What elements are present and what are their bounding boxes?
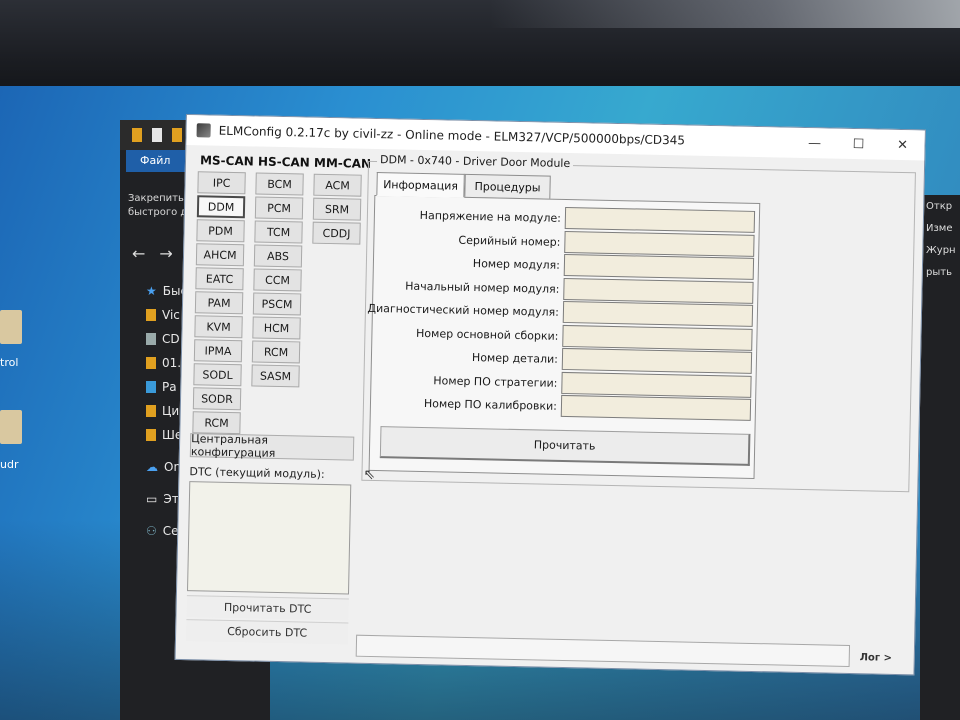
info-field-label: Начальный номер модуля:	[405, 279, 560, 296]
module-button-sodr[interactable]: SODR	[192, 387, 242, 411]
info-field-label: Номер детали:	[471, 351, 559, 366]
screen-glare	[490, 0, 960, 28]
module-groupbox: DDM - 0x740 - Driver Door Module Информа…	[361, 153, 916, 493]
log-toggle-button[interactable]: Лог >	[856, 647, 896, 668]
module-button-rcm[interactable]: RCM	[192, 411, 241, 435]
desktop-icon	[146, 381, 156, 393]
info-field-label: Номер ПО калибровки:	[423, 397, 558, 413]
folder-icon[interactable]	[132, 128, 142, 142]
mm-can-header: MM-CAN	[313, 155, 372, 171]
info-field-value[interactable]	[561, 347, 753, 374]
nav-label: 01.	[162, 356, 182, 370]
info-field-value[interactable]	[560, 394, 752, 421]
tab-information[interactable]: Информация	[376, 172, 465, 198]
elmconfig-window: ELMConfig 0.2.17c by civil-zz - Online m…	[174, 114, 926, 676]
dtc-list[interactable]	[187, 481, 352, 595]
network-icon: ⚇	[146, 524, 157, 538]
info-field-value[interactable]	[564, 230, 755, 257]
folder-icon[interactable]	[172, 128, 182, 142]
info-field-label: Номер основной сборки:	[415, 326, 559, 343]
module-group-title: DDM - 0x740 - Driver Door Module	[376, 153, 574, 171]
minimize-button[interactable]: —	[792, 128, 837, 159]
info-field-value[interactable]	[563, 253, 755, 280]
nav-label: Ра	[162, 380, 177, 394]
module-button-kvm[interactable]: KVM	[194, 315, 243, 339]
module-button-srm[interactable]: SRM	[312, 197, 362, 221]
clear-dtc-button[interactable]: Сбросить DTC	[185, 619, 349, 645]
folder-icon	[146, 309, 156, 321]
checklist-icon[interactable]	[152, 128, 162, 142]
module-button-pcm[interactable]: PCM	[254, 196, 304, 220]
info-field-label: Диагностический номер модуля:	[367, 301, 560, 319]
module-button-pdm[interactable]: PDM	[196, 219, 245, 243]
close-button[interactable]: ✕	[880, 130, 925, 161]
module-button-sasm[interactable]: SASM	[251, 364, 300, 388]
central-config-button[interactable]: Центральная конфигурация	[189, 432, 355, 461]
desktop-file-icon[interactable]	[0, 310, 22, 344]
module-button-tcm[interactable]: TCM	[254, 220, 303, 244]
window-client-area: MS-CAN HS-CAN MM-CAN IPC DDM PDM AHCM EATC PA…	[176, 145, 925, 674]
ms-can-header: MS-CAN	[199, 153, 254, 169]
info-field-value[interactable]	[562, 300, 754, 327]
desktop-file-icon[interactable]	[0, 410, 22, 444]
ribbon-label[interactable]: рыть	[920, 261, 960, 283]
tab-procedures[interactable]: Процедуры	[464, 173, 551, 200]
desktop-icon-label: udr	[0, 458, 19, 471]
module-button-pam[interactable]: PAM	[194, 291, 244, 315]
module-button-rcm[interactable]: RCM	[251, 340, 301, 364]
read-dtc-button[interactable]: Прочитать DTC	[186, 595, 349, 621]
module-button-ddm[interactable]: DDM	[196, 195, 246, 219]
window-title: ELMConfig 0.2.17c by civil-zz - Online m…	[218, 123, 686, 148]
module-button-ccm[interactable]: CCM	[253, 268, 302, 292]
app-icon	[196, 123, 211, 138]
computer-icon: ▭	[146, 492, 158, 506]
ribbon-label[interactable]: Изме	[920, 217, 960, 239]
folder-icon	[146, 429, 156, 441]
module-button-bcm[interactable]: BCM	[255, 172, 304, 196]
log-status-bar	[355, 634, 851, 668]
ribbon-label[interactable]: Откр	[920, 195, 960, 217]
info-field-label: Напряжение на модуле:	[419, 208, 562, 225]
star-icon: ★	[146, 284, 157, 298]
module-button-ahcm[interactable]: AHCM	[195, 243, 245, 267]
info-field-value[interactable]	[562, 324, 753, 351]
maximize-button[interactable]: ☐	[836, 129, 881, 160]
nav-label: Ци	[162, 404, 180, 418]
folder-icon	[146, 357, 156, 369]
info-field-label: Номер модуля:	[472, 257, 561, 272]
nav-label: CD	[162, 332, 180, 346]
dtc-label: DTC (текущий модуль):	[189, 465, 325, 481]
ribbon-label[interactable]: Журн	[920, 239, 960, 261]
explorer-menu-file[interactable]: Файл	[126, 150, 186, 172]
info-field-value[interactable]	[561, 371, 752, 398]
folder-icon	[146, 405, 156, 417]
module-button-eatc[interactable]: EATC	[195, 267, 244, 291]
background-window-strip: Откр Изме Журн рыть	[920, 195, 960, 720]
module-button-cddj[interactable]: CDDJ	[312, 221, 361, 245]
module-button-ipc[interactable]: IPC	[197, 171, 246, 195]
nav-label: Vic	[162, 308, 180, 322]
module-button-hcm[interactable]: HCM	[252, 316, 301, 340]
desktop-icon-label: trol	[0, 356, 19, 369]
module-button-ipma[interactable]: IPMA	[193, 339, 243, 363]
info-field-label: Серийный номер:	[458, 233, 561, 249]
info-field-value[interactable]	[563, 277, 754, 304]
module-button-abs[interactable]: ABS	[253, 244, 303, 268]
module-button-pscm[interactable]: PSCM	[252, 292, 302, 316]
info-field-value[interactable]	[564, 206, 756, 233]
cloud-icon: ☁	[146, 460, 158, 474]
module-button-acm[interactable]: ACM	[313, 173, 362, 197]
module-button-sodl[interactable]: SODL	[193, 363, 242, 387]
info-field-label: Номер ПО стратегии:	[433, 373, 558, 390]
information-panel: Прочитать Напряжение на модуле: Серийный …	[367, 194, 761, 479]
read-button[interactable]: Прочитать	[379, 426, 751, 466]
hs-can-header: HS-CAN	[257, 154, 310, 170]
mouse-cursor-icon: ⇖	[363, 466, 376, 484]
disc-icon	[146, 333, 156, 345]
